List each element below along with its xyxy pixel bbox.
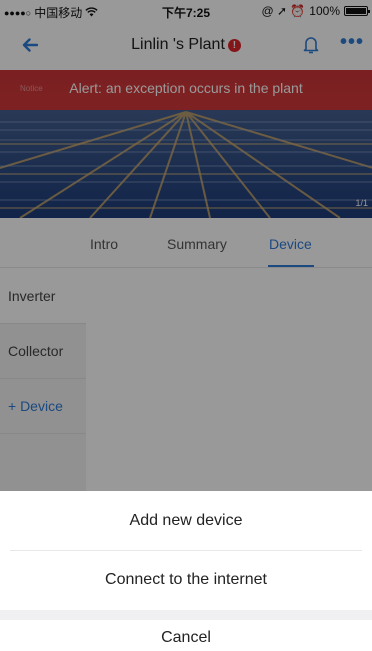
cancel-button[interactable]: Cancel — [0, 629, 372, 647]
action-sheet: Add new device Connect to the internet C… — [0, 491, 372, 651]
add-new-device-option[interactable]: Add new device — [0, 512, 372, 530]
connect-internet-option[interactable]: Connect to the internet — [0, 571, 372, 589]
sheet-separator-gap — [0, 610, 372, 620]
sheet-divider — [10, 550, 362, 551]
